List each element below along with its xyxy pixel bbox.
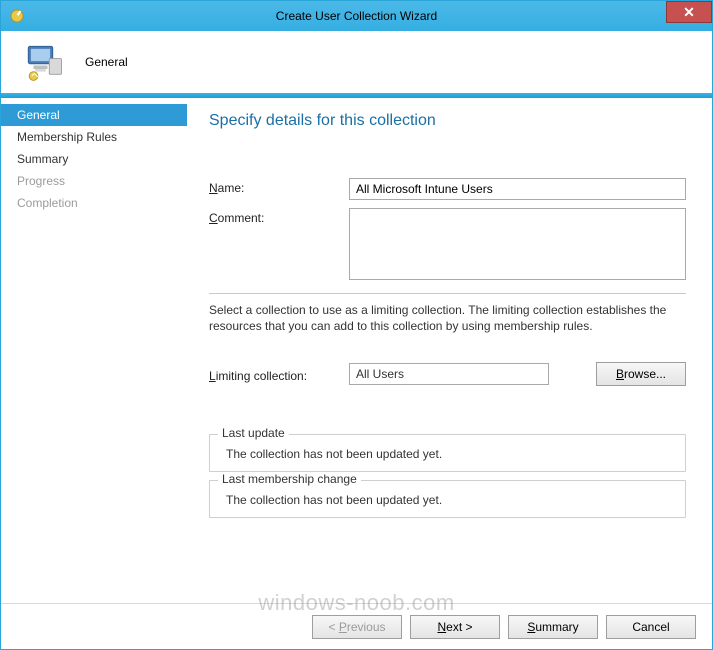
browse-button[interactable]: Browse... <box>596 362 686 386</box>
limiting-help-text: Select a collection to use as a limiting… <box>209 302 686 334</box>
summary-button[interactable]: Summary <box>508 615 598 639</box>
name-label: Name: <box>209 178 349 195</box>
name-row: Name: <box>209 178 686 200</box>
limiting-collection-display: All Users <box>349 363 549 385</box>
name-input[interactable] <box>349 178 686 200</box>
page-title: Specify details for this collection <box>209 112 686 130</box>
sidebar-item-label: Completion <box>17 196 78 210</box>
sidebar-item-general[interactable]: General <box>1 104 187 126</box>
limiting-row: Limiting collection: All Users Browse... <box>209 362 686 386</box>
limiting-label: Limiting collection: <box>209 366 349 383</box>
close-button[interactable]: ✕ <box>666 1 712 23</box>
sidebar-item-membership-rules[interactable]: Membership Rules <box>1 126 187 148</box>
header-banner: General <box>1 31 712 93</box>
sidebar-item-label: Membership Rules <box>17 130 117 144</box>
sidebar-item-label: Progress <box>17 174 65 188</box>
previous-button: < Previous <box>312 615 402 639</box>
sidebar-item-label: General <box>17 108 60 122</box>
footer: < Previous Next > Summary Cancel <box>1 603 712 649</box>
comment-label: Comment: <box>209 208 349 225</box>
computer-icon <box>23 41 65 83</box>
sidebar-item-progress: Progress <box>1 170 187 192</box>
next-button[interactable]: Next > <box>410 615 500 639</box>
comment-row: Comment: <box>209 208 686 283</box>
last-membership-text: The collection has not been updated yet. <box>220 489 675 507</box>
divider <box>209 293 686 294</box>
window-title: Create User Collection Wizard <box>276 9 437 23</box>
content-panel: Specify details for this collection Name… <box>187 98 712 603</box>
wizard-mini-icon <box>9 8 25 24</box>
close-icon: ✕ <box>683 4 695 21</box>
last-update-text: The collection has not been updated yet. <box>220 443 675 461</box>
comment-textarea[interactable] <box>349 208 686 280</box>
last-membership-group: Last membership change The collection ha… <box>209 480 686 518</box>
last-update-legend: Last update <box>218 426 289 440</box>
titlebar: Create User Collection Wizard ✕ <box>1 1 712 31</box>
sidebar-item-summary[interactable]: Summary <box>1 148 187 170</box>
last-update-group: Last update The collection has not been … <box>209 434 686 472</box>
body-area: General Membership Rules Summary Progres… <box>1 98 712 603</box>
sidebar: General Membership Rules Summary Progres… <box>1 98 187 603</box>
cancel-button[interactable]: Cancel <box>606 615 696 639</box>
header-page-label: General <box>85 55 128 69</box>
last-membership-legend: Last membership change <box>218 472 361 486</box>
sidebar-item-completion: Completion <box>1 192 187 214</box>
sidebar-item-label: Summary <box>17 152 68 166</box>
wizard-window: Create User Collection Wizard ✕ General … <box>0 0 713 650</box>
